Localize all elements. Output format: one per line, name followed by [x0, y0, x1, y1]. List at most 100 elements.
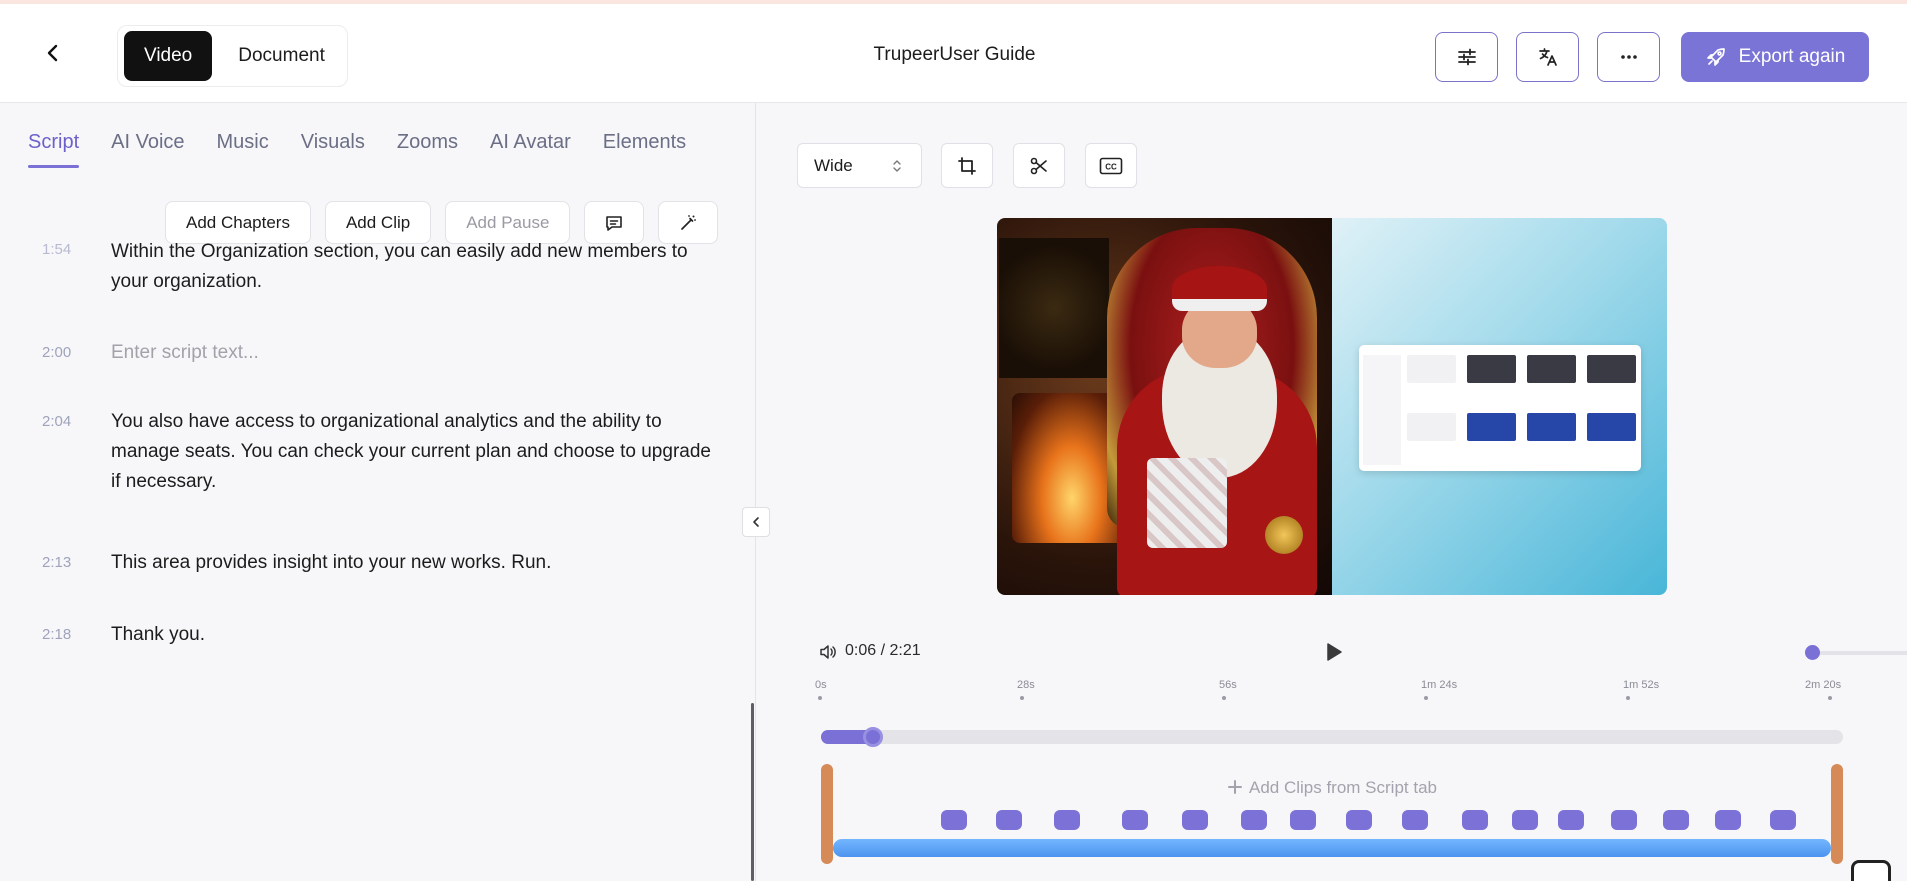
- current-time: 0:06: [845, 642, 877, 659]
- crop-icon: [958, 156, 976, 175]
- svg-text:CC: CC: [1105, 162, 1117, 171]
- captions-button[interactable]: CC: [1085, 143, 1137, 188]
- segment-text[interactable]: Thank you.: [111, 620, 711, 650]
- recorded-thumb: [1587, 355, 1636, 383]
- clip-marker[interactable]: [1715, 810, 1741, 830]
- timeline-scrubber[interactable]: [821, 727, 1843, 747]
- segment-time: 2:00: [42, 344, 72, 361]
- segment-text[interactable]: You also have access to organizational a…: [111, 407, 711, 497]
- rocket-icon: [1706, 48, 1725, 66]
- script-scrollbar[interactable]: [751, 703, 754, 881]
- ruler-tick-dot: [1424, 696, 1428, 700]
- volume-slider[interactable]: [1805, 645, 1907, 660]
- export-again-button[interactable]: Export again: [1681, 32, 1869, 82]
- ruler-tick-dot: [1626, 696, 1630, 700]
- translate-button[interactable]: [1516, 32, 1579, 82]
- ruler-tick-label: 2m 20s: [1805, 679, 1842, 691]
- tab-zooms[interactable]: Zooms: [397, 131, 458, 168]
- ruler-tick-label: 28s: [1017, 679, 1035, 691]
- clip-marker[interactable]: [1558, 810, 1584, 830]
- clip-marker[interactable]: [1122, 810, 1148, 830]
- clip-marker[interactable]: [1611, 810, 1637, 830]
- more-button[interactable]: [1597, 32, 1660, 82]
- segment-text-input[interactable]: Enter script text...: [111, 338, 711, 368]
- clip-marker[interactable]: [1770, 810, 1796, 830]
- segment-text[interactable]: Within the Organization section, you can…: [111, 237, 711, 297]
- tab-visuals[interactable]: Visuals: [301, 131, 365, 168]
- audio-track-bar[interactable]: [833, 839, 1831, 857]
- clip-marker[interactable]: [1402, 810, 1428, 830]
- ruler-tick-dot: [818, 696, 822, 700]
- chevron-left-icon: [753, 517, 759, 527]
- volume-button[interactable]: [818, 642, 838, 662]
- crop-button[interactable]: [941, 143, 993, 188]
- clip-marker[interactable]: [1241, 810, 1267, 830]
- play-button[interactable]: [1321, 640, 1345, 664]
- cut-button[interactable]: [1013, 143, 1065, 188]
- mode-video[interactable]: Video: [124, 31, 213, 81]
- segment-time: 1:54: [42, 241, 72, 258]
- ruler-tick-dot: [1020, 696, 1024, 700]
- mode-document[interactable]: Document: [218, 31, 345, 81]
- scene-avatar-hat: [1172, 266, 1267, 311]
- segment-time: 2:18: [42, 626, 72, 643]
- ruler-tick-label: 1m 24s: [1421, 679, 1458, 691]
- chevron-up-down-icon: [893, 159, 901, 172]
- clip-marker[interactable]: [941, 810, 967, 830]
- volume-slider-handle[interactable]: [1805, 645, 1820, 660]
- message-square-icon: [606, 215, 623, 231]
- clip-marker[interactable]: [996, 810, 1022, 830]
- translate-icon: [1538, 48, 1557, 66]
- recorded-sidebar: [1363, 355, 1401, 465]
- clip-marker[interactable]: [1054, 810, 1080, 830]
- recorded-thumb: [1407, 355, 1456, 383]
- settings-button[interactable]: [1435, 32, 1498, 82]
- clip-marker[interactable]: [1182, 810, 1208, 830]
- tab-elements[interactable]: Elements: [603, 131, 686, 168]
- plus-icon: [1227, 780, 1242, 794]
- tab-music[interactable]: Music: [217, 131, 269, 168]
- recorded-thumb: [1527, 413, 1576, 441]
- aspect-ratio-select[interactable]: Wide: [797, 143, 922, 188]
- page-title[interactable]: TrupeerUser Guide: [874, 44, 1036, 65]
- clip-marker[interactable]: [1290, 810, 1316, 830]
- clip-marker[interactable]: [1663, 810, 1689, 830]
- recorded-window: [1359, 345, 1641, 471]
- clip-marker[interactable]: [1346, 810, 1372, 830]
- time-readout: 0:06 / 2:21: [845, 642, 921, 660]
- magic-wand-icon: [681, 214, 697, 230]
- clip-marker[interactable]: [1512, 810, 1538, 830]
- scene-gift: [1147, 458, 1227, 548]
- chat-widget-button[interactable]: [1851, 860, 1891, 881]
- tab-ai-avatar[interactable]: AI Avatar: [490, 131, 571, 168]
- aspect-ratio-value: Wide: [814, 155, 853, 175]
- screen-recording-frame: [1332, 218, 1667, 595]
- scrubber-handle[interactable]: [863, 727, 883, 747]
- recorded-thumb: [1467, 413, 1516, 441]
- recorded-thumb: [1527, 355, 1576, 383]
- play-icon: [1327, 643, 1342, 661]
- video-preview[interactable]: [997, 218, 1667, 595]
- add-clips-hint[interactable]: Add Clips from Script tab: [821, 778, 1843, 798]
- segment-time: 2:13: [42, 554, 72, 571]
- top-bar: Video Document TrupeerUser Guide Export …: [0, 0, 1907, 103]
- tab-ai-voice[interactable]: AI Voice: [111, 131, 184, 168]
- clip-track: Add Clips from Script tab: [821, 760, 1843, 865]
- recorded-thumb: [1467, 355, 1516, 383]
- segment-text[interactable]: This area provides insight into your new…: [111, 548, 711, 578]
- time-separator: /: [880, 642, 886, 659]
- export-label: Export again: [1738, 46, 1846, 67]
- ruler-tick-label: 1m 52s: [1623, 679, 1660, 691]
- ruler-tick-dot: [1222, 696, 1226, 700]
- back-button[interactable]: [38, 38, 68, 68]
- tab-script[interactable]: Script: [28, 131, 80, 168]
- segment-time: 2:04: [42, 413, 72, 430]
- sliders-icon: [1457, 48, 1476, 66]
- clip-marker[interactable]: [1462, 810, 1488, 830]
- scissors-icon: [1030, 157, 1047, 174]
- mode-toggle: Video Document: [117, 25, 348, 87]
- collapse-panel-button[interactable]: [742, 507, 770, 537]
- script-panel: Script AI Voice Music Visuals Zooms AI A…: [0, 103, 756, 881]
- scene-tree: [999, 238, 1109, 378]
- scene-coin: [1265, 516, 1303, 554]
